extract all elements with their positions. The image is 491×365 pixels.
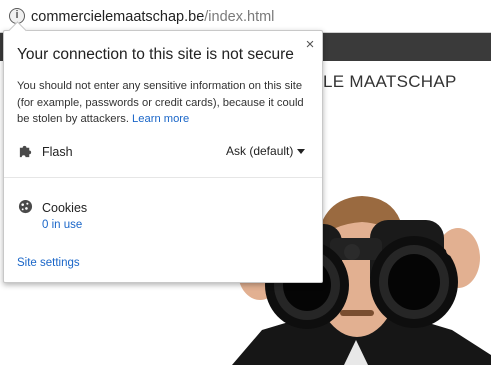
- site-info-popup: Your connection to this site is not secu…: [3, 21, 323, 283]
- puzzle-piece-icon: [19, 145, 32, 158]
- url-text[interactable]: commercielemaatschap.be/index.html: [31, 8, 274, 26]
- cookies-label: Cookies: [42, 201, 88, 215]
- close-icon[interactable]: ×: [302, 37, 318, 53]
- popup-title: Your connection to this site is not secu…: [17, 46, 294, 63]
- address-bar[interactable]: i commercielemaatschap.be/index.html: [0, 0, 491, 33]
- learn-more-link[interactable]: Learn more: [132, 113, 189, 125]
- flash-permission-value: Ask (default): [226, 144, 294, 158]
- security-warning-text: You should not enter any sensitive infor…: [17, 78, 317, 128]
- flash-permission-select[interactable]: Ask (default): [226, 144, 306, 158]
- url-host: commercielemaatschap.be: [31, 9, 205, 25]
- cookies-in-use-link[interactable]: 0 in use: [42, 219, 82, 231]
- flash-label: Flash: [42, 145, 73, 159]
- site-settings-link[interactable]: Site settings: [17, 257, 80, 269]
- cookie-icon: [18, 199, 33, 214]
- page-title: LE MAATSCHAP: [323, 72, 457, 91]
- chevron-down-icon: [297, 149, 306, 155]
- url-path: /index.html: [204, 9, 275, 25]
- divider: [4, 177, 322, 178]
